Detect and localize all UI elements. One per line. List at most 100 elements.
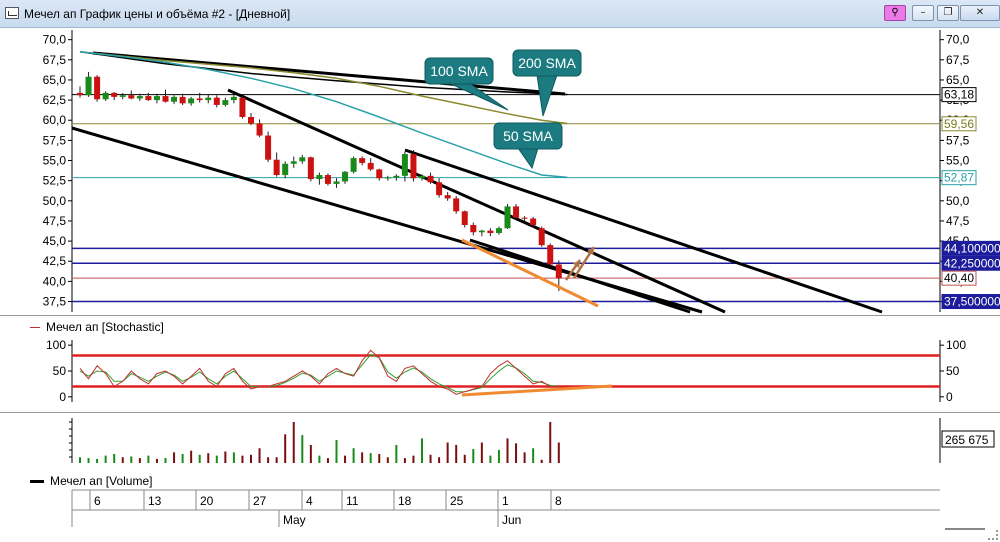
candle-body — [111, 92, 118, 97]
price-y-tick-label-left: 50,0 — [43, 194, 67, 208]
candle-body — [495, 228, 502, 234]
candle-body — [410, 154, 417, 179]
candle-body — [324, 175, 331, 184]
price-volume-chart[interactable]: 70,070,067,567,565,065,062,562,560,060,0… — [0, 0, 1000, 542]
sma-callout-label: 100 SMA — [430, 63, 488, 79]
candle-body — [102, 92, 109, 100]
price-y-tick-label-left: 52,5 — [43, 174, 67, 188]
price-y-tick-label-left: 67,5 — [43, 53, 67, 67]
price-y-tick-label-right: 70,0 — [946, 33, 970, 47]
candle-body — [478, 230, 485, 233]
date-tick-label: 4 — [306, 494, 313, 508]
candle-body — [94, 76, 101, 100]
candle-body — [307, 157, 314, 180]
candle-body — [248, 117, 254, 124]
candle-body — [205, 97, 212, 101]
date-tick-label: 11 — [346, 494, 359, 508]
candle-body — [265, 135, 272, 160]
stochastic-y-tick-label-left: 0 — [59, 390, 66, 404]
resize-grip-icon[interactable] — [988, 530, 998, 540]
candle-body — [487, 230, 494, 234]
candle-body — [179, 96, 186, 104]
candle-body — [171, 96, 178, 102]
date-tick-label: 25 — [450, 494, 464, 508]
price-y-tick-label-right: 55,0 — [946, 154, 970, 168]
month-label: May — [283, 513, 306, 527]
sma-callout-label: 50 SMA — [503, 128, 553, 144]
candle-body — [393, 175, 400, 178]
candle-body — [470, 224, 477, 233]
price-y-tick-label-right: 50,0 — [946, 194, 970, 208]
candle-body — [342, 171, 349, 182]
candle-body — [299, 157, 306, 162]
candle-body — [316, 175, 323, 180]
sma-callout-pointer — [517, 147, 539, 170]
date-tick-label: 8 — [555, 494, 562, 508]
candle-body — [145, 96, 152, 101]
candle-body — [273, 159, 280, 176]
candle-body — [419, 175, 425, 179]
candle-body — [188, 98, 195, 104]
candle-body — [555, 264, 562, 279]
price-level-label: 52,87 — [944, 171, 974, 185]
stochastic-y-tick-label-left: 100 — [46, 338, 66, 352]
candle-body — [530, 218, 537, 225]
price-y-tick-label-right: 65,0 — [946, 73, 970, 87]
candle-body — [213, 97, 220, 105]
candle-body — [513, 206, 520, 218]
candle-body — [282, 163, 289, 176]
candle-body — [376, 169, 383, 179]
candle-body — [547, 245, 554, 265]
sma-callout-pointer — [536, 74, 558, 117]
candle-body — [538, 228, 545, 246]
candle-body — [444, 195, 451, 199]
price-level-label: 37,500000 — [944, 295, 1000, 309]
candle-body — [230, 96, 237, 101]
price-level-label: 40,40 — [944, 271, 974, 285]
candle-body — [153, 96, 160, 101]
candle-body — [85, 76, 92, 96]
date-tick-label: 20 — [200, 494, 214, 508]
price-y-tick-label-left: 65,0 — [43, 73, 67, 87]
date-tick-label: 18 — [398, 494, 412, 508]
date-tick-label: 1 — [502, 494, 509, 508]
price-y-tick-label-left: 55,0 — [43, 154, 67, 168]
sma50-line — [79, 51, 568, 179]
stochastic-y-tick-label-left: 50 — [53, 364, 67, 378]
candle-body — [162, 96, 169, 102]
price-y-tick-label-left: 57,5 — [43, 133, 67, 147]
candle-body — [427, 175, 434, 183]
stochastic-y-tick-label-right: 0 — [946, 390, 953, 404]
candle-body — [453, 198, 460, 212]
price-y-tick-label-left: 40,0 — [43, 274, 67, 288]
price-y-tick-label-left: 42,5 — [43, 254, 67, 268]
price-y-tick-label-right: 57,5 — [946, 133, 970, 147]
trend-channel-line — [92, 51, 566, 96]
candle-body — [504, 206, 511, 229]
candle-body — [401, 154, 408, 176]
price-y-tick-label-left: 47,5 — [43, 214, 67, 228]
date-tick-label: 13 — [148, 494, 162, 508]
price-y-tick-label-right: 47,5 — [946, 214, 970, 228]
candle-body — [521, 217, 528, 219]
candle-body — [436, 182, 443, 196]
candle-body — [290, 161, 297, 164]
price-level-label: 44,100000 — [944, 241, 1000, 255]
trend-channel-line — [404, 148, 883, 314]
candle-body — [128, 95, 135, 99]
volume-value-label: 265 675 — [945, 433, 989, 447]
candle-body — [119, 95, 126, 97]
price-y-tick-label-left: 62,5 — [43, 93, 67, 107]
price-level-label: 59,56 — [944, 117, 974, 131]
candle-body — [196, 98, 203, 101]
candle-body — [461, 211, 468, 225]
candle-body — [333, 181, 340, 184]
candle-body — [136, 96, 143, 99]
price-y-tick-label-left: 37,5 — [43, 295, 67, 309]
candle-body — [222, 100, 229, 105]
horizontal-scrollbar[interactable] — [945, 528, 985, 530]
date-tick-label: 27 — [253, 494, 267, 508]
candle-body — [359, 158, 366, 163]
candle-body — [239, 97, 246, 118]
date-tick-label: 6 — [94, 494, 101, 508]
